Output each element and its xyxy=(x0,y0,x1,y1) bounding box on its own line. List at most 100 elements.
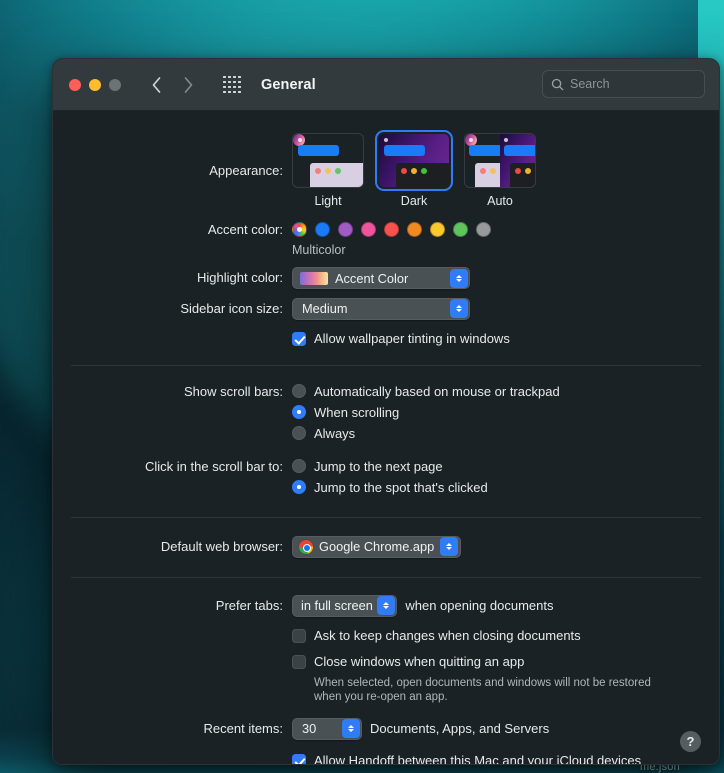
close-windows-checkbox[interactable] xyxy=(292,654,306,669)
chevron-left-icon xyxy=(152,76,160,93)
radio-scrollbar-automatic[interactable] xyxy=(292,384,306,398)
recent-items-suffix: Documents, Apps, and Servers xyxy=(370,721,550,736)
back-button[interactable] xyxy=(143,72,169,98)
accent-swatch-graphite[interactable] xyxy=(476,222,491,237)
sidebar-icon-size-label: Sidebar icon size: xyxy=(180,300,283,316)
appearance-option-dark[interactable]: Dark xyxy=(375,130,453,208)
show-scroll-bars-row: Show scroll bars: Automatically based on… xyxy=(53,366,719,447)
handoff-label: Allow Handoff between this Mac and your … xyxy=(314,752,642,765)
appearance-thumbnail-auto xyxy=(464,133,536,188)
close-windows-row: Close windows when quitting an app When … xyxy=(53,644,719,704)
scrollbar-click-row: Click in the scroll bar to: Jump to the … xyxy=(53,447,719,517)
appearance-option-light[interactable]: Light xyxy=(292,133,364,208)
ask-keep-changes-label: Ask to keep changes when closing documen… xyxy=(314,627,581,643)
close-windows-checkbox-row[interactable]: Close windows when quitting an app xyxy=(292,654,701,670)
ask-keep-changes-checkbox[interactable] xyxy=(292,628,306,643)
forward-button[interactable] xyxy=(175,72,201,98)
chevron-right-icon xyxy=(184,76,192,93)
highlight-color-select[interactable]: Accent Color xyxy=(292,267,470,289)
wallpaper-tinting-checkbox-row[interactable]: Allow wallpaper tinting in windows xyxy=(292,331,701,347)
help-button[interactable]: ? xyxy=(680,731,701,752)
highlight-color-row: Highlight color: Accent Color xyxy=(53,257,719,290)
appearance-option-auto[interactable]: Auto xyxy=(464,133,536,208)
scrollbar-always-label: Always xyxy=(314,425,356,441)
chevron-updown-icon xyxy=(440,537,459,556)
accent-color-row: Accent color: Multicolor xyxy=(53,208,719,257)
wallpaper-tinting-checkbox[interactable] xyxy=(292,331,306,346)
appearance-row: Appearance: Light Dark Auto xyxy=(53,111,719,208)
chevron-updown-icon xyxy=(341,719,360,738)
prefer-tabs-row: Prefer tabs: in full screen when opening… xyxy=(53,578,719,617)
default-browser-value: Google Chrome.app xyxy=(319,539,435,554)
accent-color-swatches xyxy=(292,222,701,237)
close-window-button[interactable] xyxy=(69,78,81,91)
radio-jump-next-page[interactable] xyxy=(292,459,306,473)
appearance-options: Light Dark Auto xyxy=(292,130,701,208)
sidebar-icon-size-row: Sidebar icon size: Medium xyxy=(53,290,719,320)
maximize-window-button[interactable] xyxy=(109,78,121,91)
chevron-updown-icon xyxy=(449,268,468,288)
scrollbar-option-automatic[interactable]: Automatically based on mouse or trackpad xyxy=(292,384,701,399)
recent-items-value: 30 xyxy=(302,721,317,736)
recent-items-select[interactable]: 30 xyxy=(292,717,362,740)
prefer-tabs-value: in full screen xyxy=(301,598,373,613)
highlight-color-label: Highlight color: xyxy=(197,270,283,285)
accent-color-label: Accent color: xyxy=(207,222,283,237)
recent-items-label: Recent items: xyxy=(203,720,283,736)
appearance-label: Appearance: xyxy=(209,163,283,178)
chevron-updown-icon xyxy=(449,299,468,318)
radio-scrollbar-when-scrolling[interactable] xyxy=(292,405,306,419)
accent-swatch-blue[interactable] xyxy=(315,222,330,237)
ask-keep-changes-checkbox-row[interactable]: Ask to keep changes when closing documen… xyxy=(292,628,701,644)
accent-swatch-green[interactable] xyxy=(453,222,468,237)
accent-swatch-multicolor[interactable] xyxy=(292,222,307,237)
scrollbar-click-option-next-page[interactable]: Jump to the next page xyxy=(292,459,701,474)
accent-color-value: Multicolor xyxy=(292,243,346,257)
scrollbar-click-label: Click in the scroll bar to: xyxy=(145,458,283,474)
accent-swatch-purple[interactable] xyxy=(338,222,353,237)
handoff-checkbox[interactable] xyxy=(292,753,306,764)
prefer-tabs-suffix: when opening documents xyxy=(405,598,554,613)
page-title: General xyxy=(261,76,316,93)
prefer-tabs-select[interactable]: in full screen xyxy=(292,594,398,617)
appearance-caption-light: Light xyxy=(314,194,342,208)
jump-spot-clicked-label: Jump to the spot that's clicked xyxy=(314,479,488,495)
accent-swatch-pink[interactable] xyxy=(361,222,376,237)
handoff-checkbox-row[interactable]: Allow Handoff between this Mac and your … xyxy=(292,752,701,765)
preferences-content: Appearance: Light Dark Auto Accent color… xyxy=(53,111,719,765)
handoff-row: Allow Handoff between this Mac and your … xyxy=(53,740,719,765)
jump-next-page-label: Jump to the next page xyxy=(314,458,443,474)
accent-swatch-yellow[interactable] xyxy=(430,222,445,237)
close-windows-label: Close windows when quitting an app xyxy=(314,653,525,669)
highlight-color-value: Accent Color xyxy=(335,270,409,286)
close-windows-hint: When selected, open documents and window… xyxy=(314,676,651,703)
scrollbar-option-when-scrolling[interactable]: When scrolling xyxy=(292,405,701,420)
sidebar-icon-size-value: Medium xyxy=(302,301,348,316)
show-all-preferences-icon[interactable] xyxy=(223,75,241,94)
radio-jump-spot-clicked[interactable] xyxy=(292,480,306,494)
appearance-caption-auto: Auto xyxy=(487,194,513,208)
default-browser-select[interactable]: Google Chrome.app xyxy=(292,535,461,558)
appearance-thumbnail-dark xyxy=(375,130,453,191)
search-field[interactable] xyxy=(542,70,705,98)
radio-scrollbar-always[interactable] xyxy=(292,426,306,440)
default-browser-label: Default web browser: xyxy=(160,538,283,554)
traffic-lights xyxy=(69,78,121,91)
system-preferences-window: General Appearance: xyxy=(52,58,720,765)
appearance-thumbnail-light xyxy=(292,133,364,188)
search-icon xyxy=(551,78,564,90)
default-browser-row: Default web browser: Google Chrome.app xyxy=(53,518,719,577)
show-scroll-bars-label: Show scroll bars: xyxy=(184,383,283,399)
accent-swatch-red[interactable] xyxy=(384,222,399,237)
search-input[interactable] xyxy=(570,77,690,91)
chrome-icon xyxy=(299,539,313,554)
wallpaper-tinting-row: Allow wallpaper tinting in windows xyxy=(53,320,719,365)
wallpaper-tinting-label: Allow wallpaper tinting in windows xyxy=(314,330,510,346)
scrollbar-option-always[interactable]: Always xyxy=(292,426,701,441)
ask-keep-changes-row: Ask to keep changes when closing documen… xyxy=(53,617,719,644)
accent-swatch-orange[interactable] xyxy=(407,222,422,237)
window-titlebar: General xyxy=(53,59,719,111)
sidebar-icon-size-select[interactable]: Medium xyxy=(292,297,470,320)
minimize-window-button[interactable] xyxy=(89,78,101,91)
scrollbar-click-option-spot-clicked[interactable]: Jump to the spot that's clicked xyxy=(292,480,701,495)
